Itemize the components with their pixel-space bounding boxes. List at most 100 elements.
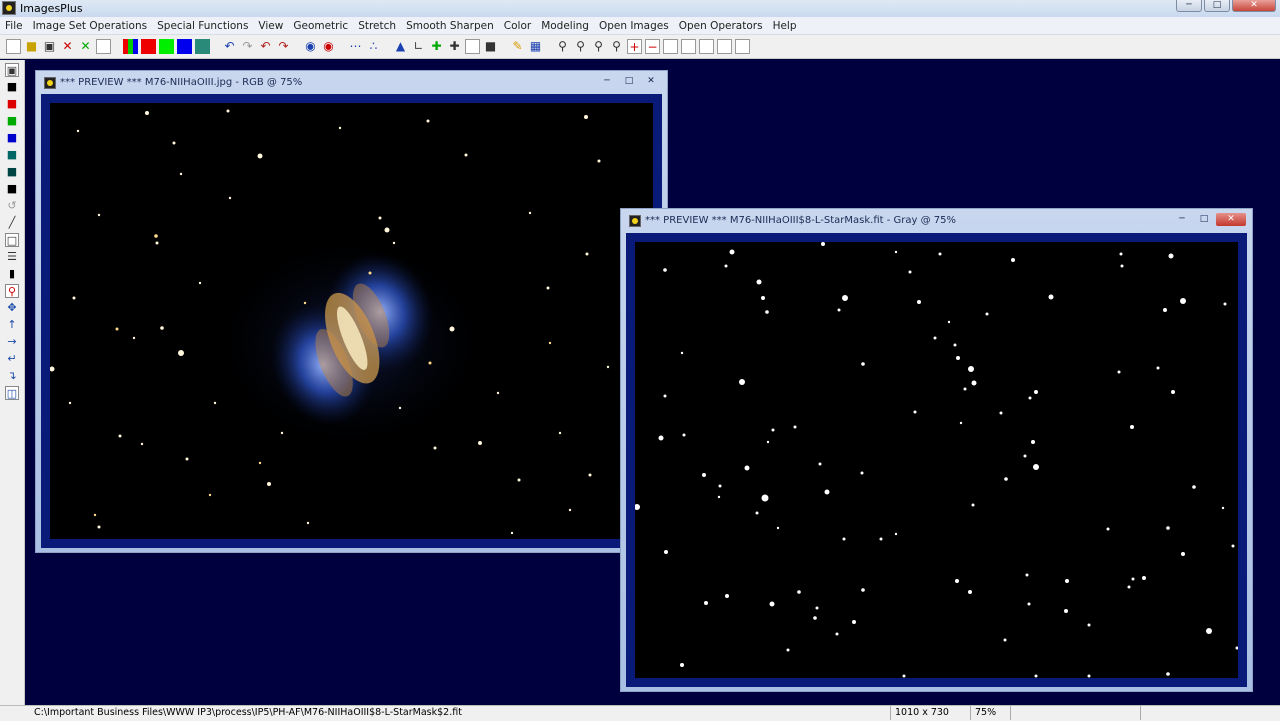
nebula-image[interactable] — [50, 103, 653, 539]
save-icon[interactable]: ▣ — [42, 39, 57, 54]
green-channel-icon[interactable] — [159, 39, 174, 54]
menu-image-set-operations[interactable]: Image Set Operations — [28, 20, 153, 32]
zoom-tool-icon[interactable]: ⚲ — [5, 284, 19, 298]
app-title: ImagesPlus — [20, 2, 83, 15]
histogram-icon[interactable]: ▲ — [393, 39, 408, 54]
red-tool-icon[interactable]: ■ — [5, 97, 19, 111]
close-window-icon[interactable]: ✕ — [641, 75, 661, 88]
close-window-icon[interactable]: ✕ — [1216, 213, 1246, 226]
menu-color[interactable]: Color — [499, 20, 536, 32]
scatter-icon[interactable]: ∴ — [366, 39, 381, 54]
menu-open-images[interactable]: Open Images — [594, 20, 674, 32]
menu-view[interactable]: View — [253, 20, 288, 32]
toolbar: ■ ▣ ✕ ✕ ↶ ↷ ↶ ↷ ◉ ◉ ⋯ ∴ ▲ ∟ ✚ ✚ ■ ✎ ▦ ⚲ … — [0, 35, 1280, 59]
down-return-icon[interactable]: ↴ — [5, 369, 19, 383]
menu-modeling[interactable]: Modeling — [536, 20, 594, 32]
preview-window-rgb[interactable]: *** PREVIEW *** M76-NIIHaOIII.jpg - RGB … — [35, 70, 668, 553]
blue-tool-icon[interactable]: ■ — [5, 131, 19, 145]
menu-file[interactable]: File — [0, 20, 28, 32]
app-icon — [2, 1, 16, 15]
menu-help[interactable]: Help — [768, 20, 802, 32]
zoom-actual-icon[interactable]: ⚲ — [609, 39, 624, 54]
toolbar-separator — [213, 39, 219, 54]
black-bar-icon[interactable]: ▮ — [5, 267, 19, 281]
maximize-button[interactable]: □ — [1204, 0, 1230, 12]
window5-icon[interactable] — [735, 39, 750, 54]
menu-open-operators[interactable]: Open Operators — [674, 20, 768, 32]
line-tool-icon[interactable]: ╱ — [5, 216, 19, 230]
starmask-image[interactable] — [635, 242, 1238, 678]
undo-icon[interactable]: ↶ — [222, 39, 237, 54]
preview-window-titlebar[interactable]: *** PREVIEW *** M76-NIIHaOIII.jpg - RGB … — [40, 73, 663, 91]
pencil-icon[interactable]: ✎ — [510, 39, 525, 54]
dots-icon[interactable]: ⋯ — [348, 39, 363, 54]
add-frame-icon[interactable]: + — [627, 39, 642, 54]
teal-tool-icon[interactable]: ■ — [5, 165, 19, 179]
bars-icon[interactable]: ☰ — [5, 250, 19, 264]
menu-stretch[interactable]: Stretch — [353, 20, 401, 32]
preview-window-titlebar[interactable]: *** PREVIEW *** M76-NIIHaOIII$8-L-StarMa… — [625, 211, 1248, 229]
return-arrow-icon[interactable]: ↵ — [5, 352, 19, 366]
undo-all-icon[interactable]: ↶ — [258, 39, 273, 54]
toolbar-separator — [294, 39, 300, 54]
select-rect-icon[interactable]: □ — [5, 233, 19, 247]
right-arrow-icon[interactable]: → — [5, 335, 19, 349]
minimize-button[interactable]: ─ — [1176, 0, 1202, 12]
open-icon[interactable]: ■ — [24, 39, 39, 54]
zoom-fit-icon[interactable]: ⚲ — [591, 39, 606, 54]
close-button[interactable]: ✕ — [1232, 0, 1276, 12]
table-icon[interactable]: ▦ — [528, 39, 543, 54]
remove-frame-icon[interactable]: − — [645, 39, 660, 54]
image-frame — [626, 233, 1247, 687]
copy-icon[interactable] — [96, 39, 111, 54]
menu-geometric[interactable]: Geometric — [288, 20, 353, 32]
rgb-channels-icon[interactable] — [123, 39, 138, 54]
panel-icon[interactable]: ◫ — [5, 386, 19, 400]
black-square-icon[interactable]: ■ — [5, 80, 19, 94]
toolbar-separator — [114, 39, 120, 54]
crosshair-icon[interactable]: ✚ — [429, 39, 444, 54]
gallery-icon[interactable]: ■ — [483, 39, 498, 54]
cross-icon[interactable]: ✚ — [447, 39, 462, 54]
maximize-icon[interactable]: □ — [1194, 213, 1214, 226]
maximize-icon[interactable]: □ — [619, 75, 639, 88]
cyan-tool-icon[interactable]: ■ — [5, 148, 19, 162]
close-icon[interactable]: ✕ — [60, 39, 75, 54]
zoom-out-icon[interactable]: ⚲ — [573, 39, 588, 54]
new-icon[interactable] — [6, 39, 21, 54]
lasso-icon[interactable]: ↺ — [5, 199, 19, 213]
toolbar-separator — [384, 39, 390, 54]
menu-bar: File Image Set Operations Special Functi… — [0, 17, 1280, 35]
save-tool-icon[interactable]: ▣ — [5, 63, 19, 77]
grid-icon[interactable] — [195, 39, 210, 54]
nebula-image-graphic — [50, 109, 642, 535]
axis-icon[interactable]: ∟ — [411, 39, 426, 54]
redo-all-icon[interactable]: ↷ — [276, 39, 291, 54]
blue-channel-icon[interactable] — [177, 39, 192, 54]
minimize-icon[interactable]: ─ — [597, 75, 617, 88]
menu-smooth-sharpen[interactable]: Smooth Sharpen — [401, 20, 499, 32]
preview-window-starmask[interactable]: *** PREVIEW *** M76-NIIHaOIII$8-L-StarMa… — [620, 208, 1253, 692]
status-bar: C:\Important Business Files\WWW IP3\proc… — [0, 705, 1280, 721]
frame-icon[interactable] — [465, 39, 480, 54]
move-icon[interactable]: ✥ — [5, 301, 19, 315]
stop-icon[interactable]: ◉ — [321, 39, 336, 54]
window3-icon[interactable] — [699, 39, 714, 54]
toolbar-separator — [546, 39, 552, 54]
mono-tool-icon[interactable]: ■ — [5, 182, 19, 196]
window4-icon[interactable] — [717, 39, 732, 54]
preview-window-title: *** PREVIEW *** M76-NIIHaOIII$8-L-StarMa… — [645, 215, 956, 226]
record-icon[interactable]: ◉ — [303, 39, 318, 54]
status-file-path: C:\Important Business Files\WWW IP3\proc… — [34, 707, 462, 718]
window-icon[interactable] — [663, 39, 678, 54]
green-tool-icon[interactable]: ■ — [5, 114, 19, 128]
minimize-icon[interactable]: ─ — [1172, 213, 1192, 226]
close-all-icon[interactable]: ✕ — [78, 39, 93, 54]
zoom-in-icon[interactable]: ⚲ — [555, 39, 570, 54]
menu-special-functions[interactable]: Special Functions — [152, 20, 253, 32]
up-arrow-icon[interactable]: ↑ — [5, 318, 19, 332]
window2-icon[interactable] — [681, 39, 696, 54]
status-dimensions: 1010 x 730 — [890, 706, 965, 720]
red-channel-icon[interactable] — [141, 39, 156, 54]
redo-icon[interactable]: ↷ — [240, 39, 255, 54]
